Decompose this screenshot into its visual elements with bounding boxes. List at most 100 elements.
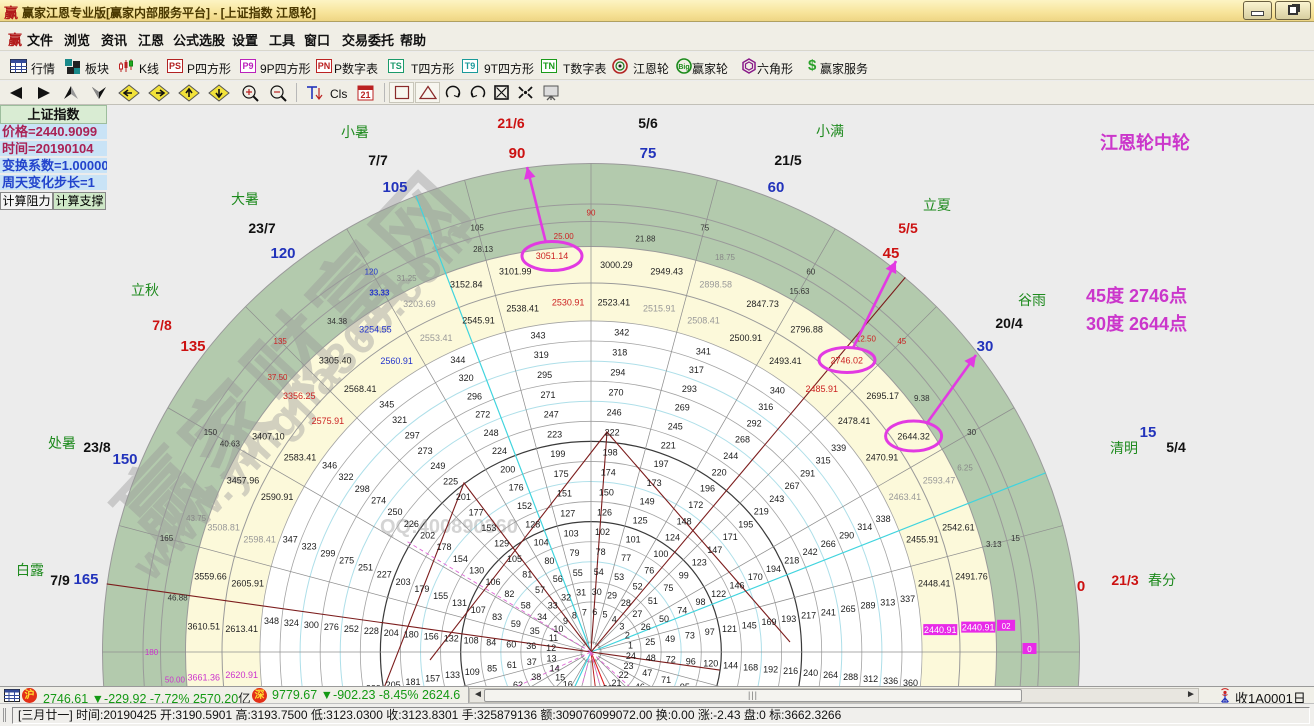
svg-text:2440.91: 2440.91 — [962, 623, 995, 633]
svg-text:299: 299 — [320, 549, 335, 559]
svg-text:197: 197 — [654, 459, 669, 469]
svg-text:101: 101 — [626, 534, 641, 544]
svg-text:3.13: 3.13 — [986, 540, 1002, 549]
svg-text:288: 288 — [843, 672, 858, 682]
svg-text:245: 245 — [668, 422, 683, 432]
svg-text:195: 195 — [738, 519, 753, 529]
svg-text:152: 152 — [517, 501, 532, 511]
svg-text:165: 165 — [160, 534, 174, 543]
svg-text:谷雨: 谷雨 — [1018, 292, 1046, 308]
svg-text:340: 340 — [770, 386, 785, 396]
svg-text:193: 193 — [781, 614, 796, 624]
svg-text:341: 341 — [696, 346, 711, 356]
svg-text:2575.91: 2575.91 — [312, 416, 345, 426]
svg-text:2508.41: 2508.41 — [687, 316, 720, 326]
svg-text:11: 11 — [549, 633, 558, 643]
svg-text:76: 76 — [644, 565, 654, 575]
svg-text:99: 99 — [679, 571, 689, 581]
svg-text:2515.91: 2515.91 — [643, 304, 676, 314]
svg-text:106: 106 — [485, 577, 500, 587]
svg-text:218: 218 — [784, 556, 799, 566]
svg-text:31.25: 31.25 — [397, 274, 418, 283]
svg-text:2695.17: 2695.17 — [866, 391, 899, 401]
svg-text:2593.47: 2593.47 — [923, 475, 956, 485]
svg-text:251: 251 — [358, 563, 373, 573]
svg-text:244: 244 — [723, 451, 738, 461]
svg-text:2500.91: 2500.91 — [730, 333, 763, 343]
svg-text:25: 25 — [645, 637, 655, 647]
svg-text:125: 125 — [633, 516, 648, 526]
svg-text:105: 105 — [507, 554, 522, 564]
svg-text:3305.40: 3305.40 — [319, 355, 352, 365]
svg-text:2485.91: 2485.91 — [806, 384, 839, 394]
svg-text:46.88: 46.88 — [168, 594, 189, 603]
svg-text:27: 27 — [632, 609, 642, 619]
svg-text:80: 80 — [544, 556, 554, 566]
svg-text:3152.84: 3152.84 — [450, 280, 483, 290]
svg-text:298: 298 — [355, 484, 370, 494]
svg-text:336: 336 — [883, 676, 898, 686]
svg-text:15: 15 — [1011, 534, 1020, 543]
svg-text:2470.91: 2470.91 — [866, 453, 899, 463]
svg-text:30: 30 — [967, 428, 976, 437]
svg-text:2590.91: 2590.91 — [261, 492, 294, 502]
svg-text:20/4: 20/4 — [995, 315, 1022, 331]
svg-text:172: 172 — [688, 500, 703, 510]
svg-text:204: 204 — [384, 628, 399, 638]
svg-text:江恩轮中轮: 江恩轮中轮 — [1100, 132, 1190, 153]
svg-text:316: 316 — [758, 402, 773, 412]
svg-text:173: 173 — [647, 478, 662, 488]
svg-text:9.38: 9.38 — [914, 394, 930, 403]
svg-text:56: 56 — [553, 574, 563, 584]
svg-text:5/5: 5/5 — [898, 220, 918, 236]
svg-text:151: 151 — [557, 489, 572, 499]
svg-text:37.50: 37.50 — [267, 373, 288, 382]
svg-text:30度 2644点: 30度 2644点 — [1086, 313, 1187, 334]
svg-text:126: 126 — [597, 507, 612, 517]
svg-text:立夏: 立夏 — [923, 197, 951, 213]
svg-text:220: 220 — [712, 467, 727, 477]
svg-text:28: 28 — [621, 598, 631, 608]
svg-text:154: 154 — [453, 554, 468, 564]
svg-text:82: 82 — [504, 589, 514, 599]
svg-text:346: 346 — [322, 461, 337, 471]
svg-text:241: 241 — [821, 607, 836, 617]
svg-text:47: 47 — [642, 668, 652, 678]
svg-text:2560.91: 2560.91 — [380, 356, 413, 366]
svg-text:360: 360 — [903, 678, 918, 686]
svg-text:21.88: 21.88 — [635, 235, 656, 244]
svg-text:153: 153 — [481, 523, 496, 533]
svg-text:54: 54 — [594, 567, 604, 577]
svg-text:270: 270 — [608, 387, 623, 397]
svg-text:252: 252 — [344, 624, 359, 634]
svg-text:77: 77 — [621, 553, 631, 563]
svg-text:124: 124 — [665, 533, 680, 543]
svg-text:317: 317 — [689, 365, 704, 375]
svg-text:Big: Big — [678, 64, 689, 71]
svg-text:339: 339 — [831, 443, 846, 453]
svg-text:324: 324 — [284, 618, 299, 628]
svg-text:3000.29: 3000.29 — [600, 260, 633, 270]
svg-text:129: 129 — [494, 539, 509, 549]
svg-text:294: 294 — [610, 367, 625, 377]
svg-text:217: 217 — [801, 611, 816, 621]
svg-text:49: 49 — [665, 634, 675, 644]
svg-text:12: 12 — [546, 643, 556, 653]
svg-text:51: 51 — [648, 596, 658, 606]
svg-text:1: 1 — [628, 640, 633, 650]
svg-text:265: 265 — [841, 604, 856, 614]
svg-text:2796.88: 2796.88 — [790, 324, 823, 334]
svg-text:18.75: 18.75 — [715, 253, 736, 262]
svg-text:171: 171 — [723, 532, 738, 542]
svg-text:120: 120 — [703, 659, 718, 669]
svg-text:120: 120 — [365, 267, 379, 276]
svg-text:2478.41: 2478.41 — [838, 416, 871, 426]
svg-text:23/7: 23/7 — [248, 220, 275, 236]
svg-text:45: 45 — [897, 337, 906, 346]
svg-text:21/3: 21/3 — [1111, 572, 1138, 588]
svg-text:104: 104 — [534, 538, 549, 548]
svg-text:202: 202 — [420, 531, 435, 541]
svg-text:2: 2 — [625, 630, 630, 640]
svg-text:102: 102 — [595, 527, 610, 537]
svg-text:240: 240 — [803, 668, 818, 678]
